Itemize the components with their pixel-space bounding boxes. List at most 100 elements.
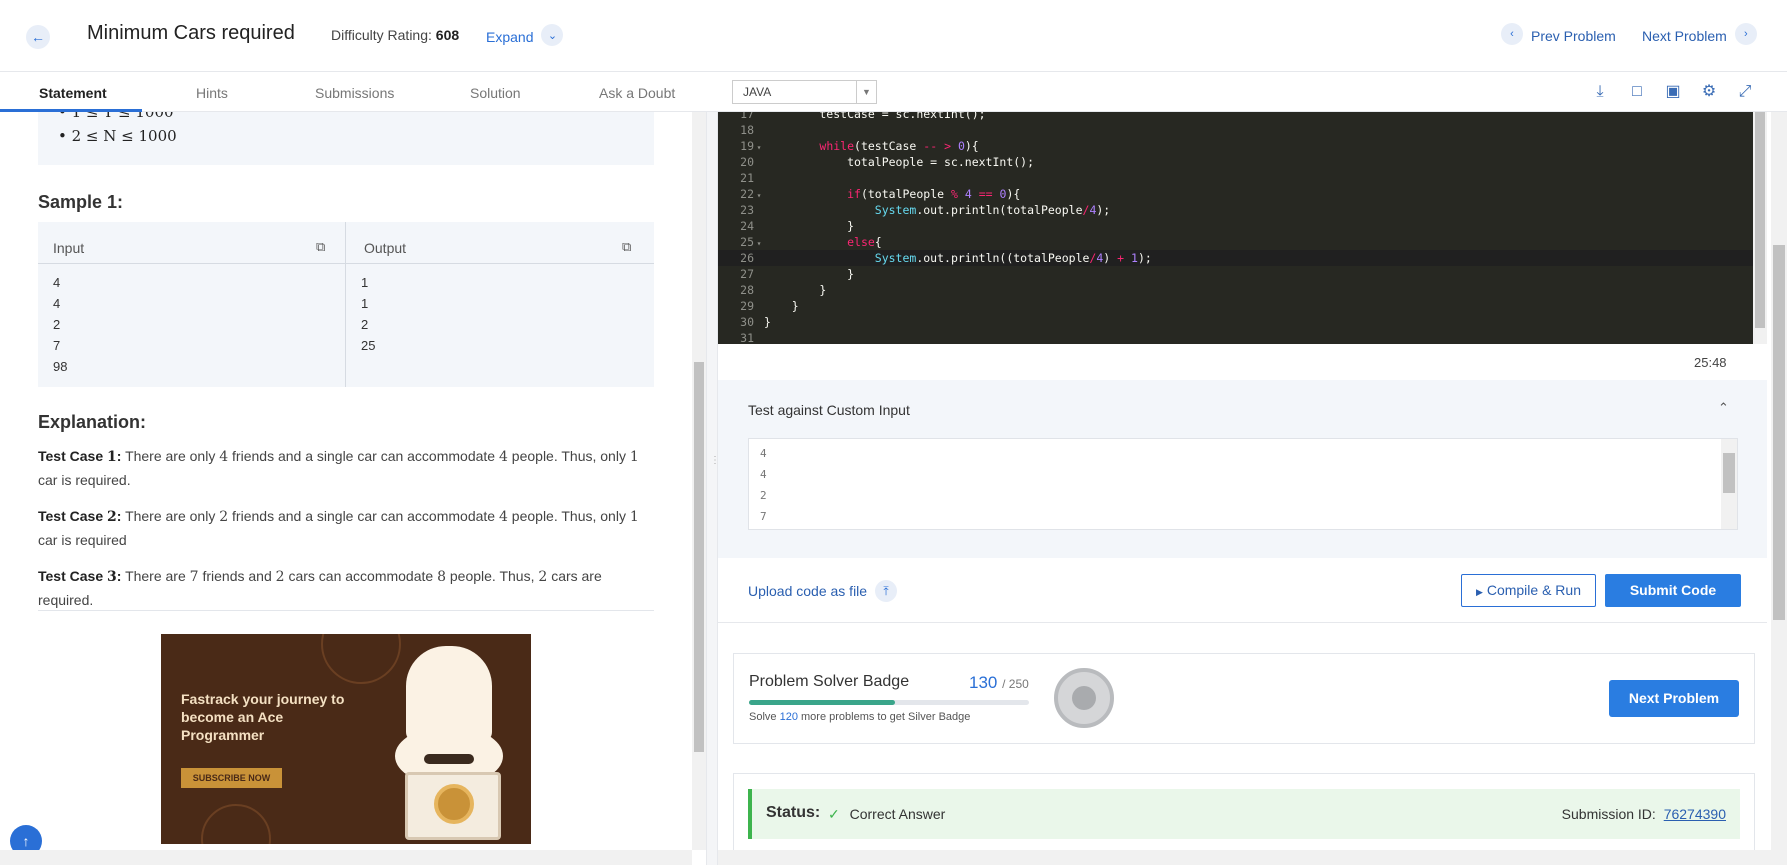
language-select[interactable]: JAVA ▼	[732, 80, 877, 104]
ad-banner[interactable]: Fastrack your journey to become an Ace P…	[161, 634, 531, 844]
custom-input-textarea[interactable]: 4 4 2 7	[748, 438, 1738, 530]
explanation-number: 4	[498, 509, 508, 525]
pane-splitter[interactable]: ⋮⋮	[706, 112, 729, 865]
custom-input-line: 4	[760, 447, 767, 460]
code-line: 24 }	[740, 219, 855, 233]
dropdown-arrow-icon: ▼	[856, 81, 876, 103]
code-editor[interactable]: 17 testCase = sc.nextInt(); 18 19 ▾ while…	[718, 112, 1753, 344]
copy-input-icon[interactable]: ⧉	[316, 239, 330, 254]
test-case-label: Test Case	[38, 448, 104, 464]
compile-run-label: Compile & Run	[1486, 582, 1581, 598]
silver-badge-icon	[1054, 668, 1114, 728]
upload-code-link[interactable]: Upload code as file ⤒	[748, 580, 898, 602]
explanation-text: people. Thus,	[449, 568, 535, 584]
test-case-label: Test Case	[38, 508, 104, 524]
table-divider	[38, 263, 654, 264]
comment-icon[interactable]: □	[1627, 82, 1647, 102]
tab-statement[interactable]: Statement	[39, 85, 107, 101]
back-arrow-icon[interactable]: ←	[26, 25, 50, 49]
right-pane-scrollbar-thumb[interactable]	[1773, 245, 1785, 620]
right-horizontal-scrollbar[interactable]	[718, 850, 1787, 865]
explanation-number: 4	[498, 449, 508, 465]
explanation-text: people. Thus, only	[511, 448, 626, 464]
subscribe-now-button[interactable]: SUBSCRIBE NOW	[181, 768, 282, 788]
code-line: 20 totalPeople = sc.nextInt();	[740, 155, 1035, 169]
input-cell: 2	[53, 317, 61, 332]
fullscreen-icon[interactable]: ⤢	[1735, 82, 1755, 102]
copy-output-icon[interactable]: ⧉	[622, 239, 636, 254]
download-icon[interactable]: ⤓	[1590, 82, 1610, 102]
section-divider	[38, 610, 654, 611]
seal-icon	[434, 784, 474, 824]
save-icon[interactable]: ▣	[1663, 82, 1683, 102]
problem-title: Minimum Cars required	[87, 22, 295, 44]
editor-scrollbar-thumb[interactable]	[1755, 112, 1765, 328]
badge-progress-bar	[749, 700, 1029, 705]
badge-solved: 130	[969, 673, 998, 692]
output-header: Output	[364, 240, 407, 256]
test-case-explanation: Test Case 2: There are only 2 friends an…	[38, 508, 639, 548]
prev-problem-link[interactable]: ‹ Prev Problem	[1501, 23, 1616, 45]
settings-gear-icon[interactable]: ⚙	[1699, 82, 1719, 102]
statement-scrollbar-thumb[interactable]	[694, 362, 704, 752]
explanation-number: 4	[219, 449, 229, 465]
difficulty-value: 608	[435, 27, 460, 43]
explanation-text: There are	[125, 568, 186, 584]
submission-id: Submission ID: 76274390	[1562, 806, 1726, 822]
badge-count: 130 / 250	[969, 673, 1029, 693]
tab-ask-a-doubt[interactable]: Ask a Doubt	[599, 85, 675, 101]
constraint-n: • 2 ≤ N ≤ 1000	[58, 127, 177, 145]
test-case-explanation: Test Case 3: There are 7 friends and 2 c…	[38, 568, 602, 608]
status-value: ✓ Correct Answer	[828, 806, 945, 823]
explanation-number: 8	[437, 569, 446, 585]
explanation-number: 2	[538, 569, 548, 585]
explanation-text: friends and	[202, 568, 272, 584]
tab-hints[interactable]: Hints	[196, 85, 228, 101]
test-case-number: 3	[107, 569, 117, 585]
prev-problem-label: Prev Problem	[1531, 27, 1616, 44]
chevron-down-icon: ⌄	[541, 24, 564, 46]
status-bar: Status: ✓ Correct Answer Submission ID: …	[748, 789, 1740, 839]
upload-code-label: Upload code as file	[748, 583, 868, 599]
explanation-number: 1	[629, 509, 639, 525]
decorative-swirl-icon	[321, 634, 401, 684]
submit-code-button[interactable]: Submit Code	[1605, 574, 1741, 607]
badge-subtext-a: Solve	[749, 711, 777, 723]
input-header: Input	[53, 240, 85, 256]
play-icon: ▶	[1476, 587, 1483, 597]
code-line: 21	[740, 171, 754, 185]
explanation-text: friends and a single car can accommodate	[232, 508, 496, 524]
code-line: 17 testCase = sc.nextInt();	[740, 112, 986, 121]
explanation-title: Explanation:	[38, 412, 147, 432]
test-case-number: 2	[107, 509, 117, 525]
expand-label: Expand	[486, 28, 534, 45]
sample-table: Input ⧉ Output ⧉ 4 4 2 7 98 1 1 2 25	[38, 222, 654, 387]
custom-input-line: 4	[760, 468, 767, 481]
expand-button[interactable]: Expand ⌄	[486, 24, 564, 46]
chevron-up-icon[interactable]: ⌃	[1718, 400, 1729, 416]
explanation-number: 2	[219, 509, 229, 525]
code-line: 23 System.out.println(totalPeople/4);	[740, 203, 1111, 217]
input-cell: 4	[53, 296, 61, 311]
input-cell: 4	[53, 275, 61, 290]
statement-horizontal-scrollbar[interactable]	[0, 850, 692, 865]
submission-id-label: Submission ID:	[1561, 806, 1656, 822]
tab-solution[interactable]: Solution	[470, 85, 521, 101]
test-case-explanation: Test Case 1: There are only 4 friends an…	[38, 448, 639, 488]
submission-id-link[interactable]: 76274390	[1664, 806, 1726, 822]
code-line: 30 }	[740, 315, 771, 329]
difficulty-label: Difficulty Rating:	[331, 27, 432, 43]
next-problem-link[interactable]: Next Problem ›	[1642, 23, 1757, 45]
top-bar: ← Minimum Cars required Difficulty Ratin…	[0, 0, 1787, 72]
custom-input-section: Test against Custom Input ⌃ 4 4 2 7	[718, 380, 1767, 558]
check-icon: ✓	[828, 806, 840, 822]
next-problem-label: Next Problem	[1642, 27, 1727, 44]
compile-run-button[interactable]: ▶ Compile & Run	[1461, 574, 1596, 607]
test-case-label: Test Case	[38, 568, 104, 584]
custom-input-scrollbar-thumb[interactable]	[1723, 453, 1735, 493]
chevron-right-icon: ›	[1734, 23, 1757, 45]
difficulty-rating: Difficulty Rating: 608	[331, 27, 459, 43]
explanation-text: There are only	[125, 508, 216, 524]
tab-submissions[interactable]: Submissions	[315, 85, 394, 101]
next-problem-button[interactable]: Next Problem	[1609, 680, 1739, 717]
